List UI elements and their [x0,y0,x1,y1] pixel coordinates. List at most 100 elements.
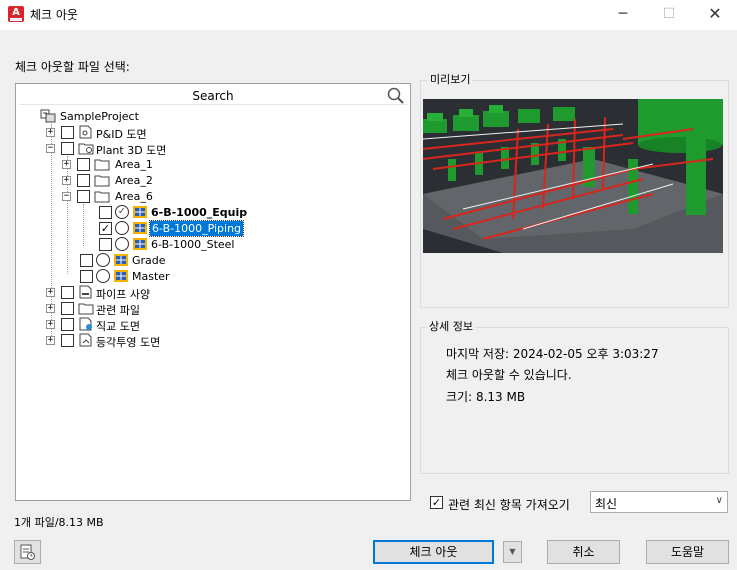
search-icon[interactable] [387,87,405,105]
log-button[interactable] [14,540,41,564]
status-text: 1개 파일/8.13 MB [14,516,104,529]
autocad-plant-app-icon: A [8,6,24,22]
plant3d-drawing-icon [133,206,147,218]
maximize-button[interactable]: ☐ [646,0,692,30]
expand-icon[interactable]: + [62,160,71,169]
checkout-button[interactable]: 체크 아웃 [373,540,494,564]
tree-item-area1[interactable]: + Area_1 [62,157,262,173]
folder-icon [94,175,110,187]
tree-checkbox[interactable] [61,318,74,331]
tree-checkbox[interactable] [80,254,93,267]
tree-item-area6[interactable]: − Area_6 [62,189,262,205]
tree-item-area2[interactable]: + Area_2 [62,173,262,189]
tree-label: 6-B-1000_Steel [151,238,235,251]
tree-checkbox[interactable] [61,286,74,299]
expand-icon[interactable]: + [46,320,55,329]
folder-icon [78,303,94,315]
tree-checkbox[interactable] [80,270,93,283]
tree-checkbox[interactable] [61,302,74,315]
checkout-status-icon [115,221,129,235]
tree-label-selected: 6-B-1000_Piping [148,220,245,237]
version-select-value: 최신 [595,497,618,511]
iso-drawing-icon [79,333,92,347]
expand-icon[interactable]: + [46,288,55,297]
file-tree-panel[interactable]: Search SampleProject + P&ID 도면 − Plant 3… [15,83,411,501]
checkout-options-dropdown[interactable]: ▼ [503,541,522,563]
tree-checkbox[interactable] [77,174,90,187]
tree-label: SampleProject [60,110,139,123]
collapse-icon[interactable]: − [62,192,71,201]
tree-checkbox[interactable] [77,158,90,171]
tree-item-related-files[interactable]: + 관련 파일 [46,301,246,317]
project-icon [40,109,56,123]
version-select[interactable]: 최신 ∨ [590,491,728,513]
get-latest-checkbox[interactable]: ✓ [430,496,443,509]
tree-checkbox[interactable] [61,334,74,347]
tree-item-master[interactable]: Master [80,269,280,285]
tree-checkbox[interactable] [99,206,112,219]
ortho-drawing-icon [79,317,92,331]
last-saved-text: 마지막 저장: 2024-02-05 오후 3:03:27 [446,347,659,361]
title-bar: A 체크 아웃 ─ ☐ ✕ [0,0,737,30]
tree-checkbox[interactable] [61,126,74,139]
plant3d-drawing-icon [114,270,128,282]
cancel-button[interactable]: 취소 [547,540,620,564]
tree-label: Area_1 [115,158,153,171]
chevron-down-icon[interactable]: ∨ [716,495,723,506]
preview-image [423,99,723,253]
plant3d-drawing-icon [114,254,128,266]
preview-label: 미리보기 [428,71,473,87]
tree-checkbox[interactable] [61,142,74,155]
select-files-label: 체크 아웃할 파일 선택: [15,60,130,74]
tree-label: 직교 도면 [96,320,140,333]
tree-checkbox[interactable] [77,190,90,203]
plant3d-folder-icon [78,143,94,155]
plant3d-drawing-icon [133,222,147,234]
folder-icon [94,191,110,203]
minimize-button[interactable]: ─ [600,0,646,30]
log-icon [20,544,35,560]
tree-item-piping[interactable]: ✓ 6-B-1000_Piping [99,220,319,237]
can-checkout-text: 체크 아웃할 수 있습니다. [446,368,572,382]
tree-label: Master [132,270,170,283]
tree-label: P&ID 도면 [96,128,147,141]
pid-drawing-icon [79,125,92,139]
checkout-status-icon [96,253,110,267]
get-latest-label: 관련 최신 항목 가져오기 [448,498,570,512]
checkout-status-icon [115,237,129,251]
tree-checkbox[interactable] [99,238,112,251]
tree-label: Grade [132,254,166,267]
checkout-status-icon: ✓ [115,205,129,219]
expand-icon[interactable]: + [46,336,55,345]
collapse-icon[interactable]: − [46,144,55,153]
tree-item-root[interactable]: SampleProject [40,109,240,125]
checkout-status-icon [96,269,110,283]
tree-label: 관련 파일 [96,304,140,317]
tree-label: 6-B-1000_Equip [151,206,248,219]
tree-item-pid[interactable]: + P&ID 도면 [46,125,246,141]
tree-item-plant3d[interactable]: − Plant 3D 도면 [46,141,246,157]
expand-icon[interactable]: + [46,128,55,137]
expand-icon[interactable]: + [62,176,71,185]
plant-model-preview [423,99,723,253]
tree-connector [83,204,84,246]
tree-item-grade[interactable]: Grade [80,253,280,269]
plant3d-drawing-icon [133,238,147,250]
tree-item-isometric[interactable]: + 등각투영 도면 [46,333,246,349]
tree-item-pipe-spec[interactable]: + 파이프 사양 [46,285,246,301]
search-bar[interactable]: Search [19,87,407,105]
close-button[interactable]: ✕ [692,0,737,30]
details-label: 상세 정보 [427,318,475,334]
tree-item-equip[interactable]: ✓ 6-B-1000_Equip [99,205,319,221]
tree-label: Area_6 [115,190,153,203]
file-size-text: 크기: 8.13 MB [446,390,526,404]
search-input[interactable]: Search [19,89,407,103]
tree-label: Plant 3D 도면 [96,144,167,157]
tree-item-ortho[interactable]: + 직교 도면 [46,317,246,333]
expand-icon[interactable]: + [46,304,55,313]
help-button[interactable]: 도움말 [646,540,729,564]
tree-item-steel[interactable]: 6-B-1000_Steel [99,237,319,253]
pipe-spec-icon [79,285,92,299]
tree-label: 파이프 사양 [96,288,151,301]
tree-checkbox-checked[interactable]: ✓ [99,222,112,235]
